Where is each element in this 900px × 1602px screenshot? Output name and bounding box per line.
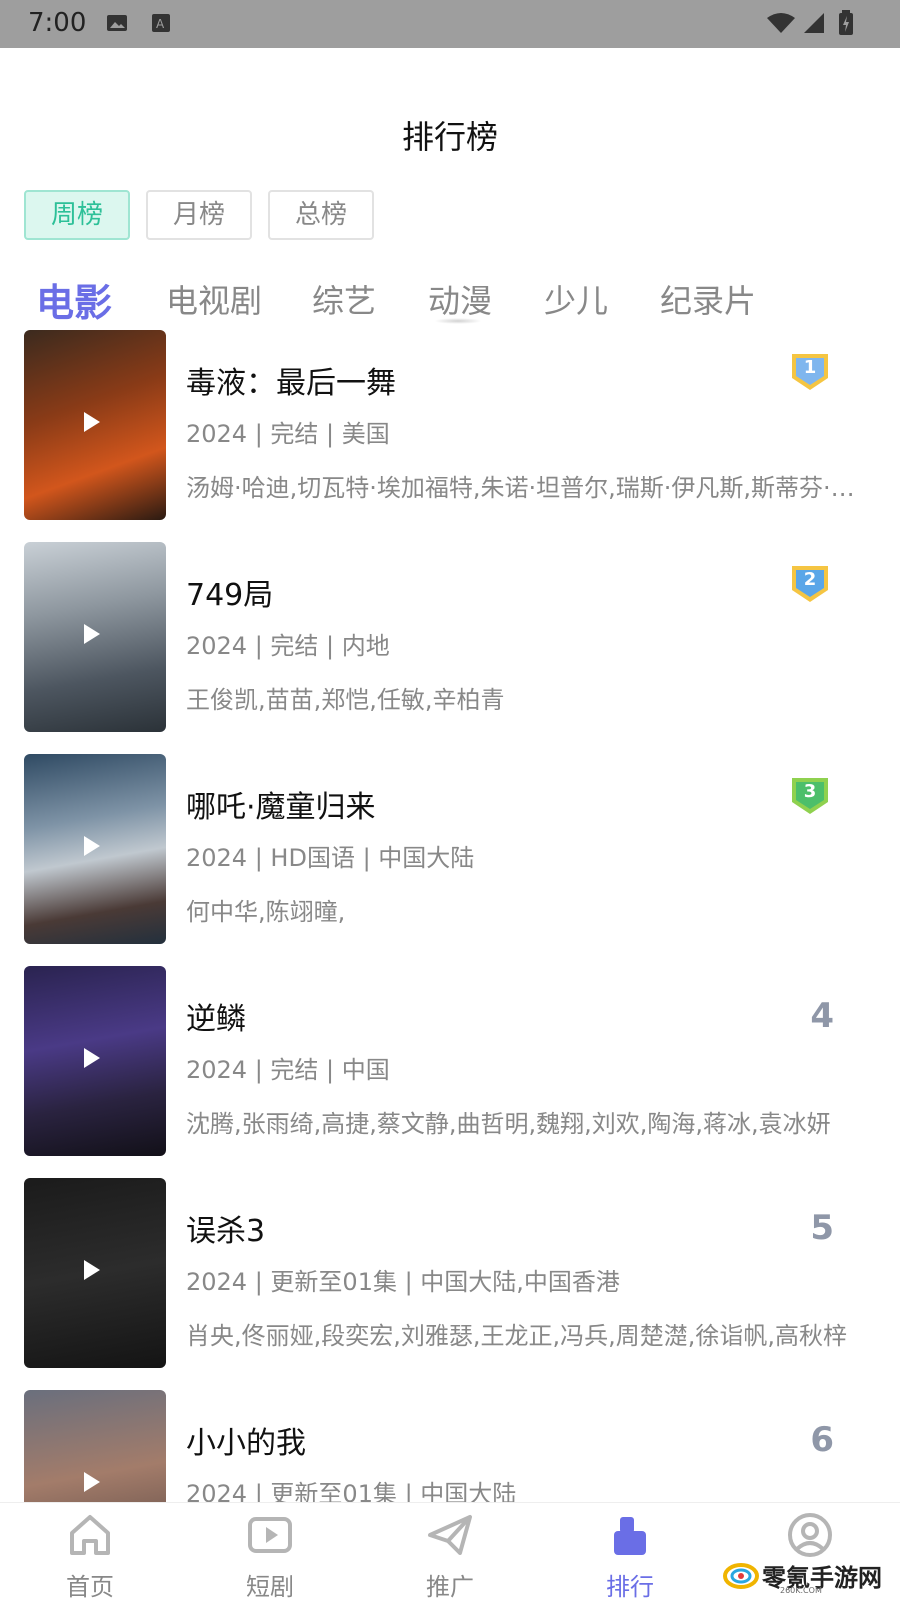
item-title: 误杀3 <box>186 1214 266 1249</box>
item-meta: 2024 | HD国语 | 中国大陆 <box>186 844 475 872</box>
home-icon <box>70 1515 110 1555</box>
item-title: 哪吒·魔童归来 <box>186 790 376 825</box>
play-icon <box>84 1260 100 1280</box>
play-icon <box>84 1472 100 1492</box>
item-meta: 2024 | 完结 | 内地 <box>186 632 390 660</box>
item-title: 小小的我 <box>186 1426 306 1461</box>
nav-shorts[interactable]: 短剧 <box>210 1511 330 1602</box>
nav-home-label: 首页 <box>66 1573 114 1601</box>
nav-promote-label: 推广 <box>426 1573 474 1601</box>
tab-monthly[interactable]: 月榜 <box>146 190 252 240</box>
send-icon <box>428 1515 472 1555</box>
rank-badge-icon: 3 <box>790 774 830 816</box>
category-tab-kids[interactable]: 少儿 <box>544 276 608 322</box>
poster-image[interactable] <box>24 754 166 944</box>
item-meta: 2024 | 更新至01集 | 中国大陆,中国香港 <box>186 1268 620 1296</box>
list-item[interactable]: 小小的我 2024 | 更新至01集 | 中国大陆 6 <box>0 1390 900 1502</box>
rank-number: 4 <box>810 996 834 1036</box>
rank-number: 5 <box>810 1208 834 1248</box>
poster-image[interactable] <box>24 1178 166 1368</box>
item-meta: 2024 | 完结 | 中国 <box>186 1056 390 1084</box>
item-meta: 2024 | 完结 | 美国 <box>186 420 390 448</box>
item-cast: 王俊凯,苗苗,郑恺,任敏,辛柏青 <box>186 686 505 714</box>
list-item[interactable]: 哪吒·魔童归来 2024 | HD国语 | 中国大陆 何中华,陈翊曈, 3 <box>0 754 900 944</box>
status-bar: 7:00 A <box>0 0 900 48</box>
list-item[interactable]: 749局 2024 | 完结 | 内地 王俊凯,苗苗,郑恺,任敏,辛柏青 2 <box>0 542 900 732</box>
item-title: 逆鳞 <box>186 1002 246 1037</box>
rank-number: 6 <box>810 1420 834 1460</box>
play-icon <box>84 624 100 644</box>
item-title: 749局 <box>186 578 274 613</box>
category-tab-tv[interactable]: 电视剧 <box>166 276 262 322</box>
accessibility-icon: A <box>152 14 170 32</box>
item-cast: 汤姆·哈迪,切瓦特·埃加福特,朱诺·坦普尔,瑞斯·伊凡斯,斯蒂芬·格雷厄姆,佩吉… <box>186 474 856 502</box>
image-icon <box>107 15 127 31</box>
nav-ranking-label: 排行 <box>606 1573 654 1601</box>
ranking-icon <box>614 1517 646 1555</box>
watermark-logo-icon <box>723 1563 759 1589</box>
item-meta: 2024 | 更新至01集 | 中国大陆 <box>186 1480 517 1502</box>
list-item[interactable]: 毒液：最后一舞 2024 | 完结 | 美国 汤姆·哈迪,切瓦特·埃加福特,朱诺… <box>0 330 900 520</box>
signal-icon <box>804 13 824 33</box>
nav-home[interactable]: 首页 <box>30 1511 150 1602</box>
page-title: 排行榜 <box>401 118 498 156</box>
battery-icon <box>839 10 853 35</box>
tab-total[interactable]: 总榜 <box>268 190 374 240</box>
category-tab-anime[interactable]: 动漫 <box>428 276 492 322</box>
nav-shorts-label: 短剧 <box>246 1573 294 1601</box>
category-tab-variety[interactable]: 综艺 <box>312 276 376 322</box>
ranking-list[interactable]: 毒液：最后一舞 2024 | 完结 | 美国 汤姆·哈迪,切瓦特·埃加福特,朱诺… <box>0 330 900 1502</box>
list-item[interactable]: 误杀3 2024 | 更新至01集 | 中国大陆,中国香港 肖央,佟丽娅,段奕宏… <box>0 1178 900 1368</box>
poster-image[interactable] <box>24 330 166 520</box>
item-cast: 何中华,陈翊曈, <box>186 898 346 926</box>
play-icon <box>84 836 100 856</box>
wifi-icon <box>767 13 795 33</box>
tab-weekly[interactable]: 周榜 <box>24 190 130 240</box>
nav-ranking[interactable]: 排行 <box>570 1511 690 1602</box>
poster-image[interactable] <box>24 966 166 1156</box>
nav-promote[interactable]: 推广 <box>390 1511 510 1602</box>
watermark: 零氪手游网 260K.COM <box>722 1556 892 1596</box>
svg-text:A: A <box>156 17 165 31</box>
user-icon <box>788 1513 832 1557</box>
poster-image[interactable] <box>24 1390 166 1502</box>
play-icon <box>84 1048 100 1068</box>
item-cast: 沈腾,张雨绮,高捷,蔡文静,曲哲明,魏翔,刘欢,陶海,蒋冰,袁冰妍 <box>186 1110 831 1138</box>
play-icon <box>84 412 100 432</box>
watermark-subtext: 260K.COM <box>780 1586 822 1595</box>
rank-badge-icon: 1 <box>790 350 830 392</box>
item-cast: 肖央,佟丽娅,段奕宏,刘雅瑟,王龙正,冯兵,周楚濋,徐诣帆,高秋梓 <box>186 1322 848 1350</box>
category-scroll-shadow <box>434 318 482 324</box>
category-tab-documentary[interactable]: 纪录片 <box>660 276 756 322</box>
list-item[interactable]: 逆鳞 2024 | 完结 | 中国 沈腾,张雨绮,高捷,蔡文静,曲哲明,魏翔,刘… <box>0 966 900 1156</box>
rank-badge-icon: 2 <box>790 562 830 604</box>
video-icon <box>248 1517 292 1553</box>
status-time: 7:00 <box>28 8 87 38</box>
poster-image[interactable] <box>24 542 166 732</box>
category-tab-movie[interactable]: 电影 <box>36 272 112 327</box>
item-title: 毒液：最后一舞 <box>186 366 396 401</box>
